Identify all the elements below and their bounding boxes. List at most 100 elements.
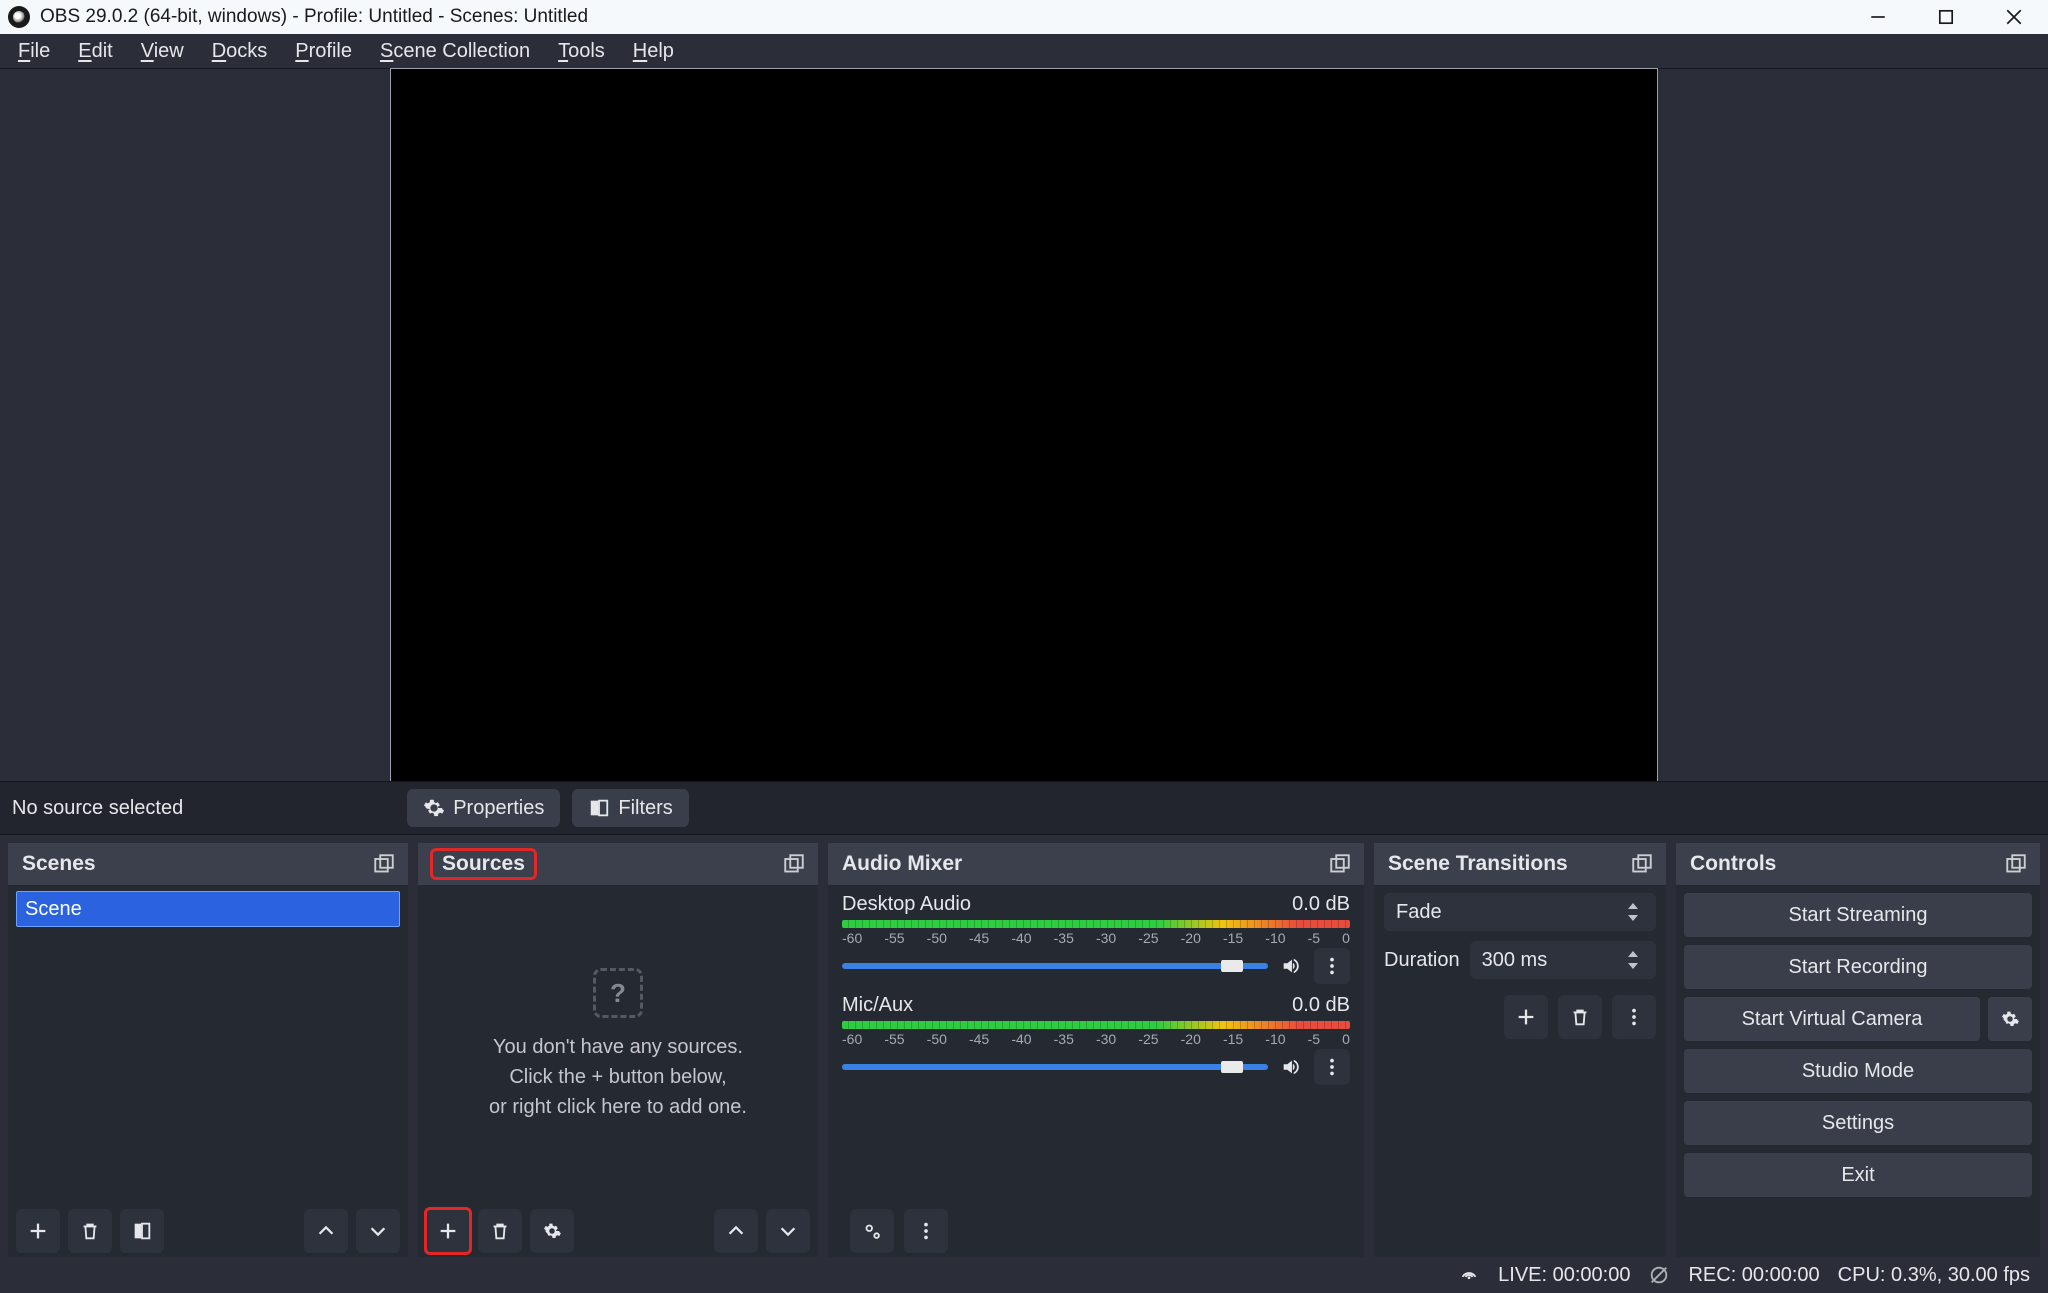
updown-icon[interactable] xyxy=(1622,941,1644,979)
scene-item-label: Scene xyxy=(25,898,82,921)
gears-icon xyxy=(861,1220,883,1242)
move-scene-up-button[interactable] xyxy=(304,1209,348,1253)
channel-menu-button[interactable] xyxy=(1314,1049,1350,1085)
filters-icon xyxy=(588,797,610,819)
move-source-up-button[interactable] xyxy=(714,1209,758,1253)
obs-app-icon xyxy=(8,6,30,28)
mixer-channel-desktop-audio: Desktop Audio 0.0 dB -60-55-50-45-40-35-… xyxy=(842,893,1350,984)
channel-db: 0.0 dB xyxy=(1292,893,1350,916)
channel-name: Desktop Audio xyxy=(842,893,971,916)
disk-slash-icon xyxy=(1648,1264,1670,1286)
studio-mode-button[interactable]: Studio Mode xyxy=(1684,1049,2032,1093)
scene-filters-button[interactable] xyxy=(120,1209,164,1253)
menu-edit[interactable]: Edit xyxy=(64,36,126,67)
filters-button[interactable]: Filters xyxy=(572,789,688,827)
add-scene-button[interactable] xyxy=(16,1209,60,1253)
status-cpu: CPU: 0.3%, 30.00 fps xyxy=(1838,1264,2030,1287)
window-title: OBS 29.0.2 (64-bit, windows) - Profile: … xyxy=(40,6,588,28)
remove-scene-button[interactable] xyxy=(68,1209,112,1253)
scenes-list[interactable]: Scene xyxy=(8,885,408,1257)
add-transition-button[interactable] xyxy=(1504,995,1548,1039)
menu-file[interactable]: File xyxy=(4,36,64,67)
scenes-title: Scenes xyxy=(22,852,96,876)
popout-icon[interactable] xyxy=(784,854,804,874)
window-maximize-button[interactable] xyxy=(1912,0,1980,34)
menu-profile[interactable]: Profile xyxy=(281,36,366,67)
menu-help[interactable]: Help xyxy=(619,36,688,67)
settings-button[interactable]: Settings xyxy=(1684,1101,2032,1145)
move-source-down-button[interactable] xyxy=(766,1209,810,1253)
menu-tools[interactable]: Tools xyxy=(544,36,619,67)
sources-dock: Sources ? You don't have any sources. Cl… xyxy=(418,843,818,1257)
sources-header[interactable]: Sources xyxy=(418,843,818,885)
scenes-header[interactable]: Scenes xyxy=(8,843,408,885)
duration-input[interactable]: 300 ms xyxy=(1470,941,1656,979)
audio-mixer-header[interactable]: Audio Mixer xyxy=(828,843,1364,885)
trash-icon xyxy=(1569,1006,1591,1028)
properties-label: Properties xyxy=(453,797,544,820)
gear-icon xyxy=(423,797,445,819)
virtual-camera-settings-button[interactable] xyxy=(1988,997,2032,1041)
more-vertical-icon xyxy=(915,1220,937,1242)
menu-docks[interactable]: Docks xyxy=(198,36,282,67)
menu-view[interactable]: View xyxy=(127,36,198,67)
chevron-up-icon xyxy=(725,1220,747,1242)
remove-source-button[interactable] xyxy=(478,1209,522,1253)
popout-icon[interactable] xyxy=(1632,854,1652,874)
volume-slider[interactable] xyxy=(842,1064,1268,1070)
menu-scene-collection[interactable]: Scene Collection xyxy=(366,36,544,67)
preview-area xyxy=(0,69,2048,781)
speaker-icon[interactable] xyxy=(1280,955,1302,977)
scenes-dock: Scenes Scene xyxy=(8,843,408,1257)
window-titlebar: OBS 29.0.2 (64-bit, windows) - Profile: … xyxy=(0,0,2048,34)
start-virtual-camera-button[interactable]: Start Virtual Camera xyxy=(1684,997,1980,1041)
popout-icon[interactable] xyxy=(374,854,394,874)
transition-select[interactable]: Fade xyxy=(1384,893,1656,931)
transition-properties-button[interactable] xyxy=(1612,995,1656,1039)
question-icon: ? xyxy=(593,968,643,1018)
audio-mixer-dock: Audio Mixer Desktop Audio 0.0 dB -60-55-… xyxy=(828,843,1364,1257)
scene-transitions-header[interactable]: Scene Transitions xyxy=(1374,843,1666,885)
controls-body: Start Streaming Start Recording Start Vi… xyxy=(1676,885,2040,1257)
advanced-audio-button[interactable] xyxy=(850,1209,894,1253)
menu-bar: File Edit View Docks Profile Scene Colle… xyxy=(0,34,2048,69)
properties-button[interactable]: Properties xyxy=(407,789,560,827)
broadcast-icon xyxy=(1458,1264,1480,1286)
remove-transition-button[interactable] xyxy=(1558,995,1602,1039)
source-properties-button[interactable] xyxy=(530,1209,574,1253)
more-vertical-icon xyxy=(1321,955,1343,977)
move-scene-down-button[interactable] xyxy=(356,1209,400,1253)
chevron-down-icon xyxy=(777,1220,799,1242)
meter-ticks: -60-55-50-45-40-35-30-25-20-15-10-50 xyxy=(842,930,1350,946)
audio-mixer-title: Audio Mixer xyxy=(842,852,962,876)
audio-mixer-body: Desktop Audio 0.0 dB -60-55-50-45-40-35-… xyxy=(828,885,1364,1257)
mixer-channel-mic-aux: Mic/Aux 0.0 dB -60-55-50-45-40-35-30-25-… xyxy=(842,994,1350,1085)
start-recording-button[interactable]: Start Recording xyxy=(1684,945,2032,989)
volume-slider[interactable] xyxy=(842,963,1268,969)
scene-item[interactable]: Scene xyxy=(16,891,400,927)
filters-label: Filters xyxy=(618,797,672,820)
sources-empty-line2: Click the + button below, xyxy=(509,1062,726,1092)
controls-header[interactable]: Controls xyxy=(1676,843,2040,885)
level-meter xyxy=(842,920,1350,928)
source-selection-status: No source selected xyxy=(12,797,183,820)
popout-icon[interactable] xyxy=(1330,854,1350,874)
exit-button[interactable]: Exit xyxy=(1684,1153,2032,1197)
sources-empty-line3: or right click here to add one. xyxy=(489,1092,747,1122)
channel-db: 0.0 dB xyxy=(1292,994,1350,1017)
speaker-icon[interactable] xyxy=(1280,1056,1302,1078)
start-streaming-button[interactable]: Start Streaming xyxy=(1684,893,2032,937)
add-source-button[interactable] xyxy=(426,1209,470,1253)
window-close-button[interactable] xyxy=(1980,0,2048,34)
plus-icon xyxy=(437,1220,459,1242)
sources-list[interactable]: ? You don't have any sources. Click the … xyxy=(418,885,818,1205)
status-live: LIVE: 00:00:00 xyxy=(1498,1264,1630,1287)
mixer-menu-button[interactable] xyxy=(904,1209,948,1253)
controls-title: Controls xyxy=(1690,852,1776,876)
window-minimize-button[interactable] xyxy=(1844,0,1912,34)
channel-menu-button[interactable] xyxy=(1314,948,1350,984)
chevron-down-icon xyxy=(367,1220,389,1242)
scene-preview[interactable] xyxy=(390,68,1658,782)
scene-transitions-dock: Scene Transitions Fade Duration 300 ms xyxy=(1374,843,1666,1257)
popout-icon[interactable] xyxy=(2006,854,2026,874)
